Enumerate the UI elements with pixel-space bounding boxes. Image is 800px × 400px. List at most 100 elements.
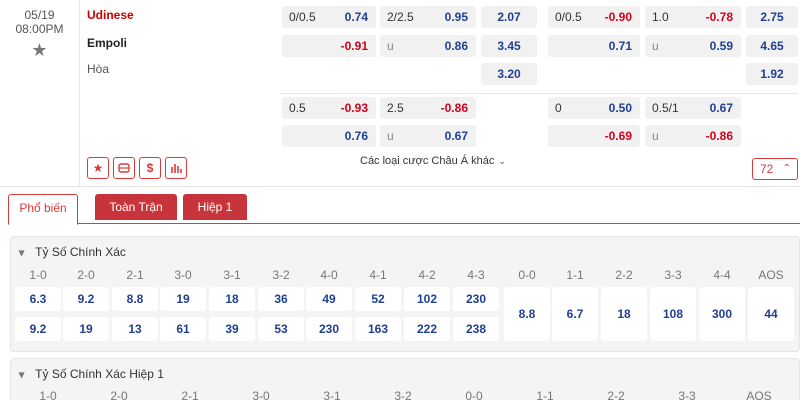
score-label: 1-1 [536,389,554,400]
match-row: 05/19 08:00PM ★ Udinese Empoli Hòa 0/0.5… [0,0,800,186]
chevron-up-icon: ⌃ [782,163,791,174]
tab-full-match[interactable]: Toàn Trận [95,194,177,220]
stadium-icon[interactable] [113,157,135,179]
score-odds-draw[interactable]: 44 [748,287,794,341]
odds-h1-1x2-away[interactable]: 4.65 [746,35,798,57]
odds-alt-handicap-away[interactable]: 0.76 [282,125,376,147]
odds-value: 2.07 [497,10,521,24]
score-odds-draw[interactable]: 6.7 [552,287,598,341]
score-odds-draw[interactable]: 108 [650,287,696,341]
score-label: 3-1 [223,268,241,282]
dollar-icon[interactable]: $ [139,157,161,179]
score-odds-away[interactable]: 163 [355,317,401,341]
score-odds-away[interactable]: 238 [453,317,499,341]
odds-1x2-away[interactable]: 3.45 [481,35,537,57]
score-odds-away[interactable]: 9.2 [15,317,61,341]
odds-handicap-home[interactable]: 0/0.5 0.74 [282,6,376,28]
score-odds-away[interactable]: 39 [209,317,255,341]
total-line: 2/2.5 [387,10,414,24]
score-label: 1-0 [29,268,47,282]
score-odds-away[interactable]: 222 [404,317,450,341]
odds-value: 0.67 [709,101,733,115]
score-odds-away[interactable]: 230 [306,317,352,341]
score-label: 2-1 [181,389,199,400]
score-odds-home[interactable]: 6.3 [15,287,61,311]
away-team[interactable]: Empoli [87,36,127,50]
odds-value: 0.59 [709,39,733,53]
odds-value: -0.91 [340,39,368,53]
odds-h1-handicap-away[interactable]: 0.71 [548,35,640,57]
tab-popular[interactable]: Phổ biến [8,194,78,225]
stats-bars-icon[interactable] [165,157,187,179]
odds-handicap-away[interactable]: -0.91 [282,35,376,57]
score-odds-home[interactable]: 9.2 [63,287,109,311]
more-asian-bets-link[interactable]: Các loại cược Châu Á khác ⌄ [360,155,506,167]
odds-alt-h1-handicap-home[interactable]: 0 0.50 [548,97,640,119]
score-label: AOS [758,268,784,282]
score-label: 2-0 [77,268,95,282]
handicap-line: 0/0.5 [289,10,316,24]
score-label: 4-3 [467,268,485,282]
odds-alt-under[interactable]: u 0.67 [380,125,476,147]
odds-alt-h1-under[interactable]: u -0.86 [645,125,741,147]
score-label: AOS [746,389,772,400]
under-label: u [387,129,394,143]
odds-under[interactable]: u 0.86 [380,35,476,57]
odds-1x2-draw[interactable]: 3.20 [481,63,537,85]
score-odds-draw[interactable]: 8.8 [504,287,550,341]
odds-alt-h1-over[interactable]: 0.5/1 0.67 [645,97,741,119]
odds-value: 0.95 [444,10,468,24]
odds-value: -0.86 [440,101,468,115]
collapse-arrow-icon: ▶ [17,250,27,257]
match-date: 05/19 [24,8,55,22]
odds-h1-under[interactable]: u 0.59 [645,35,741,57]
score-odds-away[interactable]: 61 [160,317,206,341]
home-team[interactable]: Udinese [87,8,134,22]
handicap-line: 0/0.5 [555,10,582,24]
more-markets-count[interactable]: 72 ⌃ [752,158,798,180]
score-odds-home[interactable]: 230 [453,287,499,311]
score-odds-away[interactable]: 53 [258,317,304,341]
odds-value: 3.20 [497,67,521,81]
score-label: 3-1 [323,389,341,400]
match-time-column: 05/19 08:00PM ★ [0,0,80,186]
favorite-icon[interactable]: ★ [87,157,109,179]
odds-1x2-home[interactable]: 2.07 [481,6,537,28]
score-odds-draw[interactable]: 18 [601,287,647,341]
correct-score-h1-header[interactable]: ▶ Tỷ Số Chính Xác Hiệp 1 [17,367,164,381]
score-label: 2-2 [607,389,625,400]
correct-score-section: ▶ Tỷ Số Chính Xác 1-0 2-0 2-1 3-0 3-1 3-2… [10,236,800,352]
score-label: 3-2 [394,389,412,400]
odds-h1-1x2-draw[interactable]: 1.92 [746,63,798,85]
tab-first-half[interactable]: Hiệp 1 [183,194,247,220]
score-odds-draw[interactable]: 300 [699,287,745,341]
more-label: Các loại cược Châu Á khác [360,155,495,167]
odds-alt-over[interactable]: 2.5 -0.86 [380,97,476,119]
odds-h1-1x2-home[interactable]: 2.75 [746,6,798,28]
score-odds-home[interactable]: 49 [306,287,352,311]
score-odds-home[interactable]: 102 [404,287,450,311]
score-odds-home[interactable]: 19 [160,287,206,311]
handicap-line: 0 [555,101,562,115]
section-title: Tỷ Số Chính Xác [35,245,126,259]
collapse-arrow-icon: ▶ [17,372,27,379]
score-label: 4-4 [713,268,731,282]
score-odds-home[interactable]: 18 [209,287,255,311]
score-label: 3-3 [678,389,696,400]
favorite-star-icon[interactable]: ★ [0,40,79,61]
odds-h1-handicap-home[interactable]: 0/0.5 -0.90 [548,6,640,28]
under-label: u [652,39,659,53]
score-odds-home[interactable]: 8.8 [112,287,158,311]
odds-alt-handicap-home[interactable]: 0.5 -0.93 [282,97,376,119]
odds-value: 0.76 [344,129,368,143]
odds-h1-over[interactable]: 1.0 -0.78 [645,6,741,28]
odds-value: -0.86 [705,129,733,143]
score-odds-home[interactable]: 52 [355,287,401,311]
score-label: 1-1 [566,268,584,282]
score-odds-home[interactable]: 36 [258,287,304,311]
odds-over[interactable]: 2/2.5 0.95 [380,6,476,28]
score-odds-away[interactable]: 13 [112,317,158,341]
correct-score-header[interactable]: ▶ Tỷ Số Chính Xác [17,245,126,259]
score-odds-away[interactable]: 19 [63,317,109,341]
odds-alt-h1-handicap-away[interactable]: -0.69 [548,125,640,147]
